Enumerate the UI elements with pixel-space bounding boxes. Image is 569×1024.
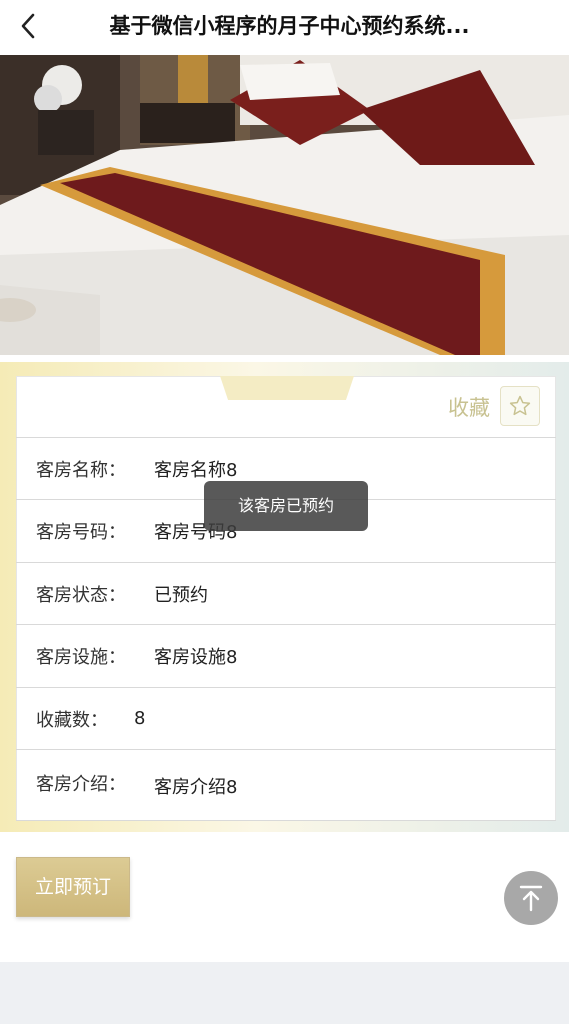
favorite-label[interactable]: 收藏: [448, 392, 490, 422]
back-to-top-button[interactable]: [504, 871, 558, 925]
room-photo: [0, 55, 569, 355]
favorite-button[interactable]: [500, 386, 540, 426]
detail-row-room-status: 客房状态： 已预约: [16, 562, 556, 624]
book-now-button[interactable]: 立即预订: [16, 857, 130, 917]
nav-bar: 基于微信小程序的月子中心预约系统...: [0, 0, 569, 54]
favorite-count-value: 8: [134, 708, 146, 729]
room-detail-page: 基于微信小程序的月子中心预约系统... 收藏 客房名称： 客房名称8 客房号码：…: [0, 0, 569, 1024]
back-button[interactable]: [8, 6, 48, 46]
room-status-label: 客房状态：: [36, 584, 126, 606]
chevron-left-icon: [21, 13, 35, 39]
room-name-value: 客房名称8: [154, 459, 238, 481]
room-number-label: 客房号码：: [36, 521, 126, 543]
star-icon: [509, 395, 531, 416]
room-facilities-label: 客房设施：: [36, 646, 126, 668]
detail-row-room-facilities: 客房设施： 客房设施8: [16, 624, 556, 686]
card-tab-notch: [220, 376, 354, 400]
room-status-value: 已预约: [154, 584, 208, 606]
room-intro-value: 客房介绍8: [154, 777, 238, 798]
toast-message: 该客房已预约: [204, 481, 368, 531]
room-intro-label: 客房介绍：: [36, 774, 126, 795]
room-facilities-value: 客房设施8: [154, 646, 238, 668]
page-title: 基于微信小程序的月子中心预约系统...: [109, 14, 470, 38]
arrow-up-to-top-icon: [519, 885, 543, 912]
room-name-label: 客房名称：: [36, 459, 126, 481]
detail-row-favorite-count: 收藏数： 8: [16, 687, 556, 749]
favorite-count-label: 收藏数：: [36, 709, 108, 731]
bottom-strip: [0, 962, 569, 1024]
detail-row-room-intro: 客房介绍： 客房介绍8: [16, 749, 556, 821]
